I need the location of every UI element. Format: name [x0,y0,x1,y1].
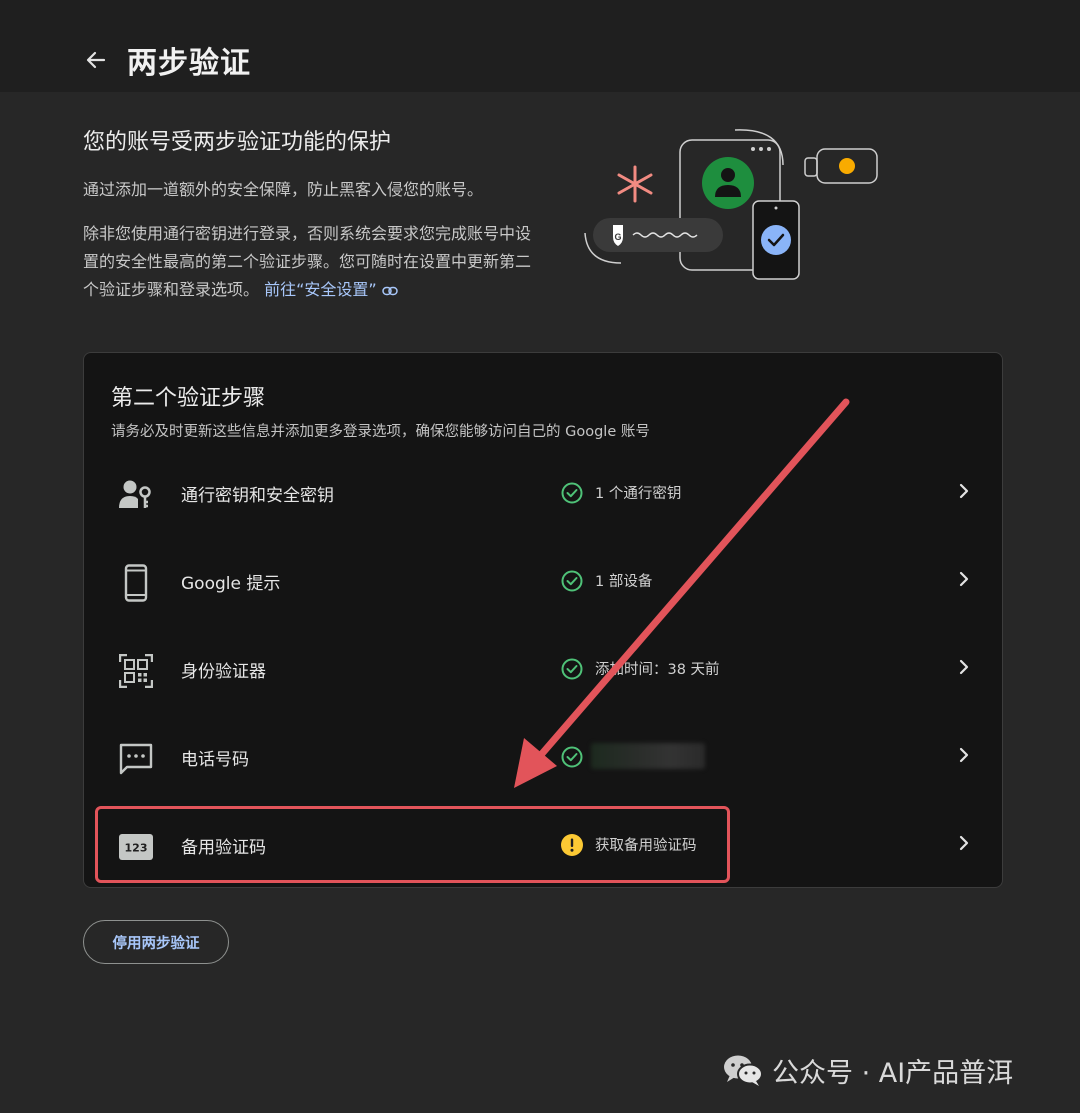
row-phone-number[interactable]: 电话号码 [84,715,1002,803]
check-circle-icon [561,570,583,592]
card-subtitle: 请务必及时更新这些信息并添加更多登录选项，确保您能够访问自己的 Google 账… [111,424,650,440]
chevron-right-icon [959,659,969,675]
watermark-text: 公众号 · AI产品普洱 [772,1057,1014,1089]
message-icon [117,741,155,777]
redacted-phone-number [591,743,705,769]
intro-description: 通过添加一道额外的安全保障，防止黑客入侵您的账号。 [83,180,484,199]
row-google-prompt[interactable]: Google 提示 1 部设备 [84,539,1002,627]
phone-icon [117,564,155,602]
arrow-back-icon [86,51,106,69]
svg-text:G: G [614,232,621,242]
link-icon [382,286,398,295]
asterisk-icon [617,165,653,203]
warning-icon [561,834,583,856]
row-label: Google 提示 [181,574,281,594]
backup-code-icon: 123 [117,829,155,865]
row-label: 身份验证器 [181,662,266,682]
svg-text:123: 123 [125,842,148,855]
second-step-card: 第二个验证步骤 请务必及时更新这些信息并添加更多登录选项，确保您能够访问自己的 … [83,352,1003,888]
row-label: 通行密钥和安全密钥 [181,486,334,506]
wechat-icon [724,1055,763,1086]
check-circle-icon [561,746,583,768]
row-status: 添加时间：38 天前 [595,662,720,678]
intro-heading: 您的账号受两步验证功能的保护 [83,130,392,155]
row-status: 获取备用验证码 [595,838,697,854]
check-circle-icon [561,482,583,504]
row-label: 备用验证码 [181,838,266,858]
row-status: 1 个通行密钥 [595,486,682,502]
two-step-illustration: G [584,129,878,280]
row-label: 电话号码 [181,750,249,770]
watermark: 公众号 · AI产品普洱 [722,1050,1013,1090]
chevron-right-icon [959,571,969,587]
page-title: 两步验证 [127,46,251,81]
check-circle-icon [561,658,583,680]
disable-two-step-button[interactable]: 停用两步验证 [83,920,229,964]
chevron-right-icon [959,835,969,851]
row-backup-codes[interactable]: 123 备用验证码 获取备用验证码 [84,803,1002,891]
qr-code-icon [117,653,155,689]
row-passkeys[interactable]: 通行密钥和安全密钥 1 个通行密钥 [84,451,1002,539]
row-authenticator[interactable]: 身份验证器 添加时间：38 天前 [84,627,1002,715]
card-title: 第二个验证步骤 [111,386,266,411]
passkey-icon [117,477,155,513]
chevron-right-icon [959,483,969,499]
security-settings-link-label: 前往“安全设置” [264,280,377,299]
chevron-right-icon [959,747,969,763]
back-button[interactable] [78,42,114,78]
check-badge-icon [761,225,791,255]
row-status: 1 部设备 [595,574,653,590]
verified-badge-icon [702,157,754,209]
security-settings-link[interactable]: 前往“安全设置” [264,280,398,299]
intro-detail: 除非您使用通行密钥进行登录，否则系统会要求您完成账号中设置的安全性最高的第二个验… [83,220,543,304]
